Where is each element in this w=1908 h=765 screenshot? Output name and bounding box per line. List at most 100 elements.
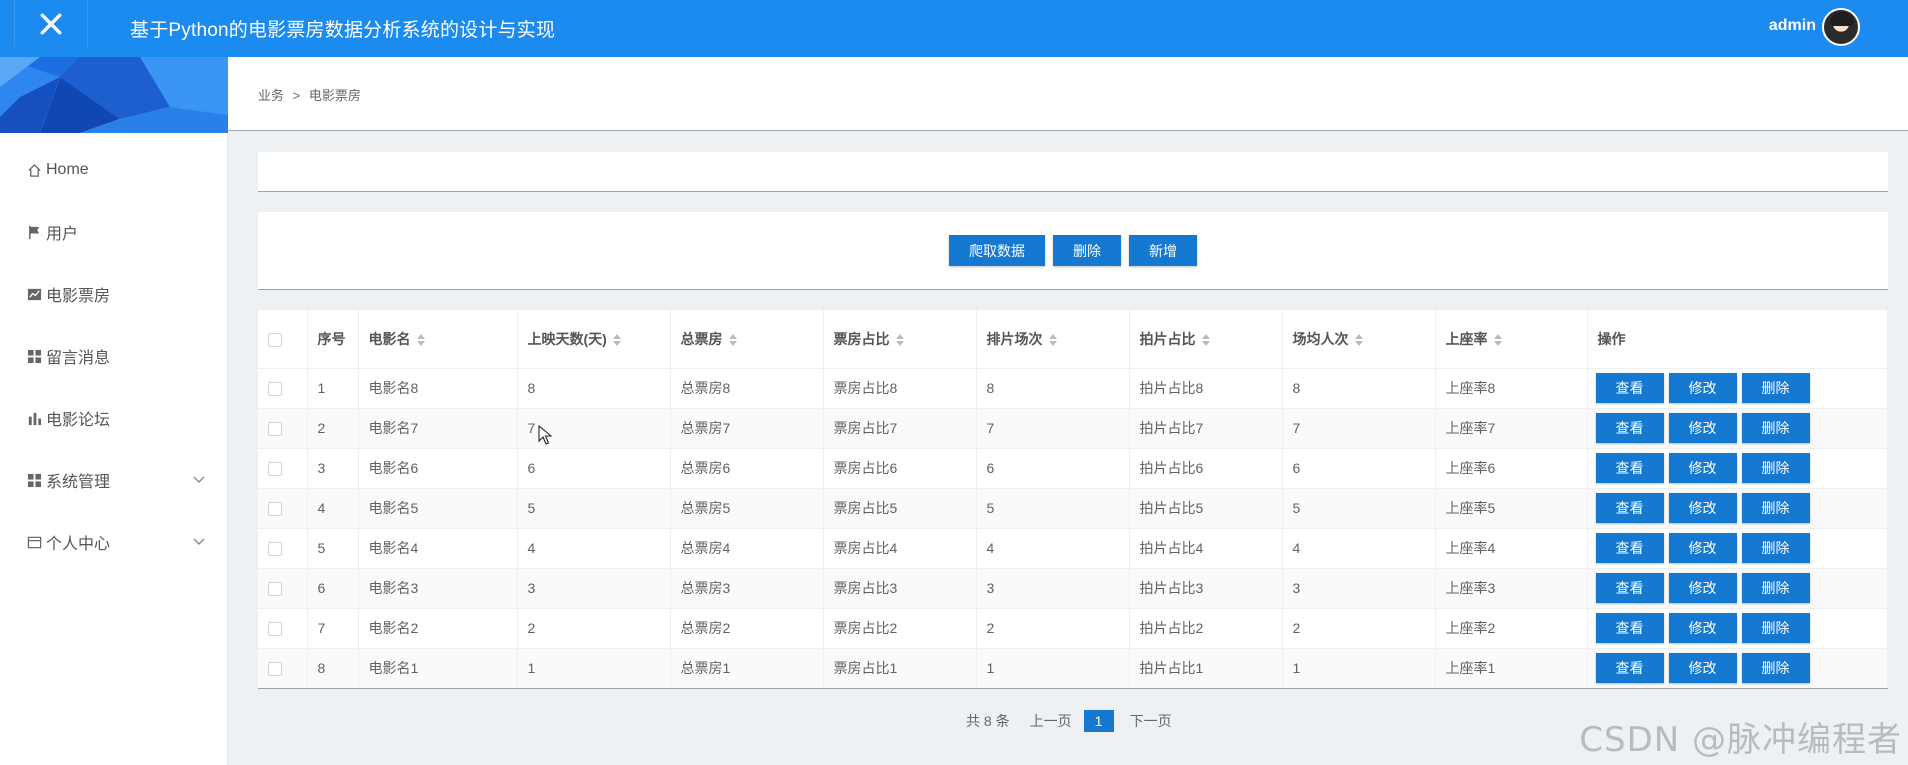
sidebar-item-users[interactable]: 用户 — [0, 201, 228, 263]
row-checkbox[interactable] — [268, 662, 282, 677]
sidebar-item-profile[interactable]: 个人中心 — [0, 511, 228, 573]
delete-button[interactable]: 删除 — [1741, 573, 1810, 603]
cell-index: 5 — [307, 527, 359, 568]
row-checkbox[interactable] — [268, 422, 282, 437]
grid-icon — [26, 472, 42, 488]
edit-button[interactable]: 修改 — [1668, 373, 1737, 403]
cell-box-office-share: 票房占比4 — [823, 527, 977, 568]
cell-occupancy: 上座率3 — [1435, 567, 1588, 608]
view-button[interactable]: 查看 — [1595, 533, 1664, 563]
home-icon — [26, 162, 42, 178]
cell-movie-name: 电影名1 — [358, 647, 518, 688]
sidebar-item-home[interactable]: Home — [0, 139, 228, 201]
prev-page-button[interactable]: 上一页 — [1030, 711, 1072, 731]
select-cell — [258, 487, 308, 528]
sort-icon[interactable] — [416, 334, 425, 347]
add-button[interactable]: 新增 — [1129, 235, 1197, 266]
edit-button[interactable]: 修改 — [1668, 493, 1737, 523]
column-header-release-days[interactable]: 上映天数(天) — [517, 310, 671, 368]
view-button[interactable]: 查看 — [1595, 413, 1664, 443]
sidebar-item-box-office[interactable]: 电影票房 — [0, 263, 228, 325]
sort-icon[interactable] — [1354, 334, 1363, 347]
sort-icon[interactable] — [1493, 334, 1502, 347]
batch-delete-button[interactable]: 删除 — [1053, 235, 1121, 266]
row-checkbox[interactable] — [268, 582, 282, 597]
column-header-avg-attendance[interactable]: 场均人次 — [1282, 310, 1436, 368]
avatar[interactable] — [1822, 8, 1860, 46]
sidebar-banner — [0, 57, 228, 133]
edit-button[interactable]: 修改 — [1668, 653, 1737, 684]
column-header-occupancy[interactable]: 上座率 — [1435, 310, 1588, 368]
select-all-checkbox[interactable] — [268, 332, 282, 347]
next-page-button[interactable]: 下一页 — [1130, 711, 1172, 731]
cell-movie-name: 电影名8 — [358, 367, 518, 408]
select-cell — [258, 447, 308, 488]
app-title: 基于Python的电影票房数据分析系统的设计与实现 — [130, 20, 556, 41]
view-button[interactable]: 查看 — [1595, 453, 1664, 483]
cell-release-days: 1 — [517, 647, 671, 688]
view-button[interactable]: 查看 — [1595, 653, 1664, 684]
delete-button[interactable]: 删除 — [1741, 453, 1810, 483]
column-header-movie-name[interactable]: 电影名 — [358, 310, 518, 368]
close-sidebar-button[interactable] — [14, 0, 88, 47]
delete-button[interactable]: 删除 — [1741, 493, 1810, 523]
column-header-screenings[interactable]: 排片场次 — [976, 310, 1130, 368]
sidebar-item-forum[interactable]: 电影论坛 — [0, 387, 228, 449]
user-name[interactable]: admin — [1769, 17, 1816, 35]
edit-button[interactable]: 修改 — [1668, 533, 1737, 563]
delete-button[interactable]: 删除 — [1741, 653, 1810, 684]
sidebar-item-messages[interactable]: 留言消息 — [0, 325, 228, 387]
sidebar-item-label: 用户 — [46, 226, 79, 243]
delete-button[interactable]: 删除 — [1741, 533, 1810, 563]
edit-button[interactable]: 修改 — [1668, 613, 1737, 643]
delete-button[interactable]: 删除 — [1741, 613, 1810, 643]
row-checkbox[interactable] — [268, 462, 282, 477]
cell-avg-attendance: 1 — [1282, 647, 1436, 688]
sidebar-item-system[interactable]: 系统管理 — [0, 449, 228, 511]
table-row: 3 电影名6 6 总票房6 票房占比6 6 拍片占比6 6 上座率6 查看 修改 删除 — [258, 447, 1888, 488]
cell-occupancy: 上座率7 — [1435, 407, 1588, 448]
cell-release-days: 6 — [517, 447, 671, 488]
column-header-total-box-office[interactable]: 总票房 — [670, 310, 824, 368]
cell-screenings: 1 — [976, 647, 1130, 688]
sort-icon[interactable] — [1048, 334, 1057, 347]
column-header-box-office-share[interactable]: 票房占比 — [823, 310, 977, 368]
edit-button[interactable]: 修改 — [1668, 413, 1737, 443]
cell-release-days: 8 — [517, 367, 671, 408]
cell-index: 1 — [307, 367, 359, 408]
cell-total-box-office: 总票房3 — [670, 567, 824, 608]
view-button[interactable]: 查看 — [1595, 493, 1664, 523]
cell-box-office-share: 票房占比8 — [823, 367, 977, 408]
sort-icon[interactable] — [612, 334, 621, 347]
cell-avg-attendance: 3 — [1282, 567, 1436, 608]
edit-button[interactable]: 修改 — [1668, 453, 1737, 483]
row-checkbox[interactable] — [268, 622, 282, 637]
cell-box-office-share: 票房占比6 — [823, 447, 977, 488]
cell-screenings: 7 — [976, 407, 1130, 448]
row-checkbox[interactable] — [268, 542, 282, 557]
view-button[interactable]: 查看 — [1595, 613, 1664, 643]
grid-icon — [26, 348, 42, 364]
cell-box-office-share: 票房占比7 — [823, 407, 977, 448]
cell-release-days: 4 — [517, 527, 671, 568]
delete-button[interactable]: 删除 — [1741, 413, 1810, 443]
column-header-screening-share[interactable]: 拍片占比 — [1129, 310, 1283, 368]
sort-icon[interactable] — [895, 334, 904, 347]
cell-occupancy: 上座率2 — [1435, 607, 1588, 648]
view-button[interactable]: 查看 — [1595, 373, 1664, 403]
delete-button[interactable]: 删除 — [1741, 373, 1810, 403]
cell-index: 7 — [307, 607, 359, 648]
cell-screenings: 3 — [976, 567, 1130, 608]
edit-button[interactable]: 修改 — [1668, 573, 1737, 603]
sort-icon[interactable] — [1201, 334, 1210, 347]
breadcrumb-parent[interactable]: 业务 — [258, 88, 284, 103]
crawl-data-button[interactable]: 爬取数据 — [949, 235, 1045, 266]
row-checkbox[interactable] — [268, 382, 282, 397]
sort-icon[interactable] — [728, 334, 737, 347]
cell-release-days: 5 — [517, 487, 671, 528]
cell-actions: 查看 修改 删除 — [1587, 487, 1888, 528]
row-checkbox[interactable] — [268, 502, 282, 517]
table-header-row: 序号 电影名 上映天数(天) 总票房 票房占比 排片场次 拍片占比 场均人次 上… — [258, 310, 1888, 368]
page-number-button[interactable]: 1 — [1083, 710, 1114, 732]
view-button[interactable]: 查看 — [1595, 573, 1664, 603]
